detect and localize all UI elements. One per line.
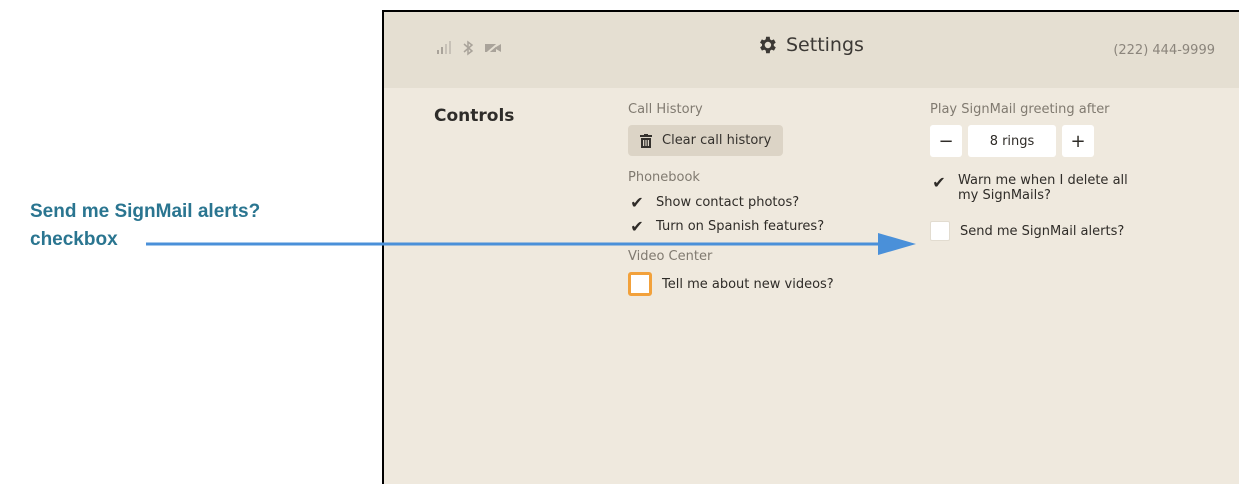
option-label: Show contact photos? [656,194,800,210]
status-icons [436,40,502,60]
signmail-alerts-option[interactable]: Send me SignMail alerts? [930,221,1128,241]
warn-label-line-2: my SignMails? [958,188,1051,203]
trash-icon [640,133,652,148]
section-title: Controls [434,106,515,126]
video-off-icon [484,41,502,59]
warn-delete-option[interactable]: ✔ Warn me when I delete all my SignMails… [930,172,1128,204]
warn-label: Warn me when I delete all my SignMails? [958,173,1128,203]
warn-label-line-1: Warn me when I delete all [958,173,1128,188]
signmail-alerts-checkbox[interactable] [930,221,950,241]
top-bar: Settings (222) 444-9999 [384,12,1239,88]
show-contact-photos-option[interactable]: ✔ Show contact photos? [628,192,834,212]
option-label: Tell me about new videos? [662,276,834,292]
phone-number: (222) 444-9999 [1113,43,1215,58]
page-title: Settings [756,34,864,56]
gear-icon [760,36,776,54]
video-center-label: Video Center [628,249,713,264]
spanish-features-option[interactable]: ✔ Turn on Spanish features? [628,216,834,236]
call-history-label: Call History [628,102,703,117]
settings-screen: Settings (222) 444-9999 Controls Call Hi… [382,10,1239,484]
callout-label: Send me SignMail alerts? checkbox [30,198,260,254]
phonebook-label: Phonebook [628,170,700,185]
checkmark-icon: ✔ [630,216,644,236]
option-label: Send me SignMail alerts? [960,223,1125,239]
checkmark-icon: ✔ [932,172,946,192]
option-label: Turn on Spanish features? [656,218,825,234]
rings-value: 8 rings [968,125,1056,157]
rings-stepper: − 8 rings + [930,125,1128,157]
title-text: Settings [786,34,864,56]
new-videos-checkbox[interactable] [628,272,652,296]
left-settings-column: Call History Clear call history Phoneboo… [628,102,834,302]
clear-call-history-button[interactable]: Clear call history [628,125,784,156]
new-videos-option[interactable]: Tell me about new videos? [628,272,834,296]
right-settings-column: Play SignMail greeting after − 8 rings +… [930,102,1128,247]
checkmark-icon: ✔ [630,192,644,212]
callout-line-1: Send me SignMail alerts? [30,201,261,222]
signmail-greeting-label: Play SignMail greeting after [930,102,1110,117]
decrease-rings-button[interactable]: − [930,125,962,157]
callout-line-2: checkbox [30,229,118,250]
signal-icon [436,41,452,59]
increase-rings-button[interactable]: + [1062,125,1094,157]
clear-call-history-label: Clear call history [662,133,772,148]
bluetooth-icon [462,40,474,60]
